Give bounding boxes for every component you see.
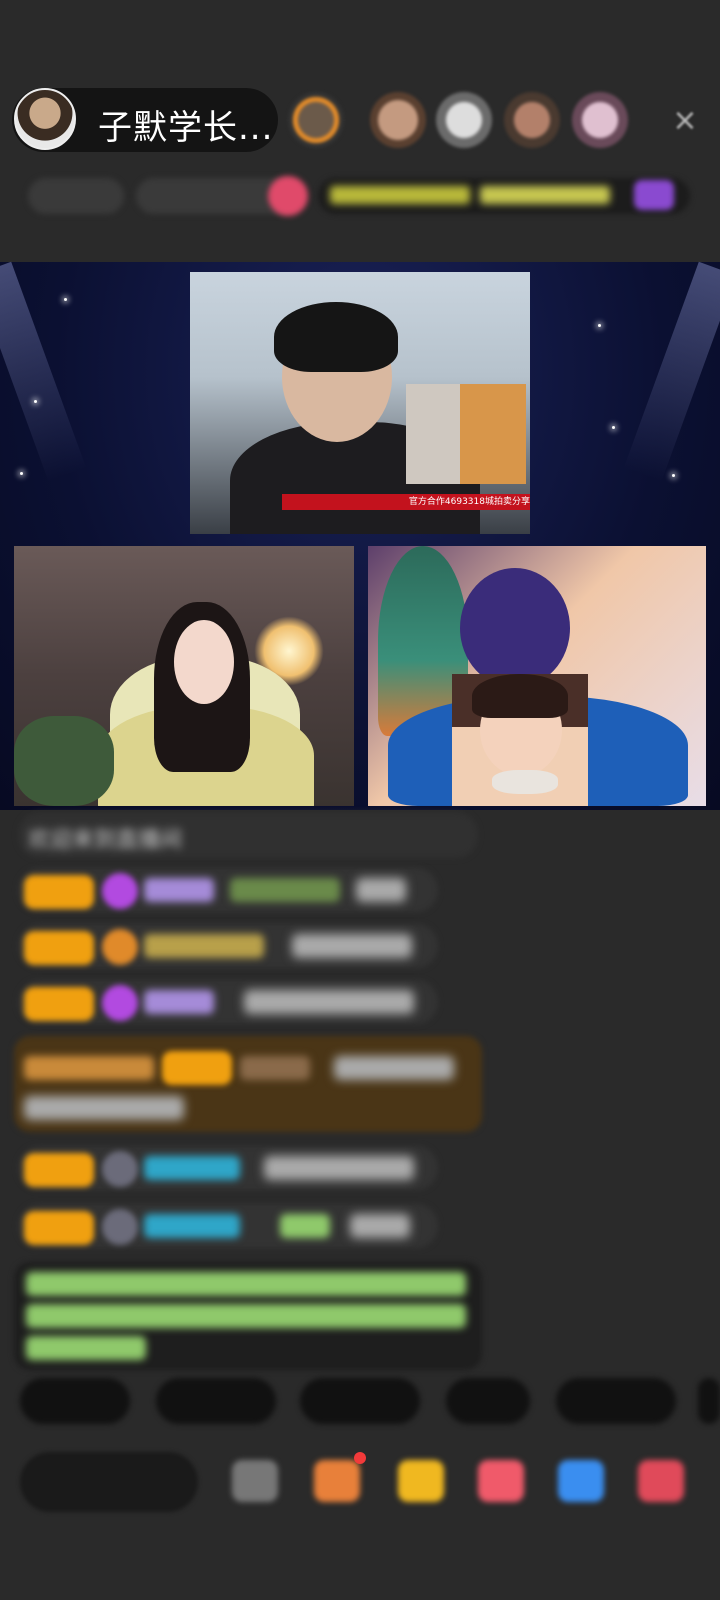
chat-gift-text [230, 878, 340, 902]
guest-video-left[interactable] [14, 546, 354, 806]
chat-username[interactable] [240, 1056, 310, 1080]
guest-hair [460, 568, 570, 688]
level-badge [24, 1211, 94, 1245]
ticker-text [330, 186, 470, 204]
host-avatar[interactable] [14, 88, 76, 150]
meme-overlay-image [406, 384, 526, 484]
star [612, 426, 615, 429]
emoji-icon[interactable] [232, 1460, 278, 1502]
announcement-text [26, 1272, 466, 1296]
child-overlay-image [452, 674, 588, 806]
announcement-text [26, 1304, 466, 1328]
system-notice-text: 欢迎来到直播间 [28, 828, 183, 853]
level-badge [24, 1153, 94, 1187]
close-icon[interactable]: × [668, 104, 702, 138]
host-name[interactable]: 子默学长... [98, 100, 273, 149]
highlight-tag [24, 1056, 154, 1080]
level-badge [24, 875, 94, 909]
star [34, 400, 37, 403]
guest-video-main[interactable]: 官方合作4693318城拍卖分享 [190, 272, 530, 534]
chat-username[interactable] [144, 878, 214, 902]
level-badge [24, 987, 94, 1021]
interaction-icon[interactable] [558, 1460, 604, 1502]
gift-icon[interactable] [268, 176, 308, 216]
notification-dot [354, 1452, 366, 1464]
avatar [102, 1151, 138, 1187]
chat-username[interactable] [144, 1214, 240, 1238]
quick-reply-chip[interactable] [300, 1378, 420, 1424]
event-icon[interactable] [634, 180, 674, 210]
guest-hair [274, 302, 398, 372]
promo-banner: 官方合作4693318城拍卖分享 [282, 494, 530, 510]
quick-reply-chip[interactable] [556, 1378, 676, 1424]
quick-reply-chip[interactable] [156, 1378, 276, 1424]
viewer-avatar[interactable] [504, 92, 560, 148]
guest-video-right[interactable] [368, 546, 706, 806]
announcement-text [26, 1336, 146, 1360]
fan-group-icon[interactable] [314, 1460, 360, 1502]
chat-username[interactable] [144, 1156, 240, 1180]
avatar [102, 1209, 138, 1245]
level-badge [24, 931, 94, 965]
viewer-avatar[interactable] [572, 92, 628, 148]
chat-username[interactable] [144, 990, 214, 1014]
chat-gift-text [280, 1214, 330, 1238]
spotlight-beam [623, 261, 720, 483]
child-hair [472, 674, 568, 718]
more-icon[interactable] [638, 1460, 684, 1502]
wish-icon[interactable] [478, 1460, 524, 1502]
quick-reply-chip[interactable] [698, 1378, 720, 1424]
plant [14, 716, 114, 806]
chat-text [356, 878, 406, 902]
spotlight-beam [0, 261, 87, 483]
quick-reply-chip[interactable] [446, 1378, 530, 1424]
ticker-text [480, 186, 610, 204]
viewer-avatar[interactable] [370, 92, 426, 148]
gem-icon [102, 985, 138, 1021]
chat-text [292, 934, 412, 958]
chat-username[interactable] [144, 934, 264, 958]
quick-reply-chip[interactable] [20, 1378, 130, 1424]
chat-text [334, 1056, 454, 1080]
gift-box-icon[interactable] [398, 1460, 444, 1502]
comment-input[interactable] [20, 1452, 198, 1512]
chat-text [24, 1096, 184, 1120]
star [598, 324, 601, 327]
star [672, 474, 675, 477]
fan-badge-icon [102, 929, 138, 965]
star [20, 472, 23, 475]
chat-text [264, 1156, 414, 1180]
star [64, 298, 67, 301]
rank-chip[interactable] [28, 178, 124, 214]
guest-face [174, 620, 234, 704]
chat-text [244, 990, 414, 1014]
top-viewer-avatar[interactable] [288, 92, 344, 148]
level-badge [162, 1051, 232, 1085]
chat-text [350, 1214, 410, 1238]
bowl [492, 770, 558, 794]
gem-icon [102, 873, 138, 909]
system-notice: 欢迎来到直播间 [18, 812, 478, 858]
viewer-avatar[interactable] [436, 92, 492, 148]
